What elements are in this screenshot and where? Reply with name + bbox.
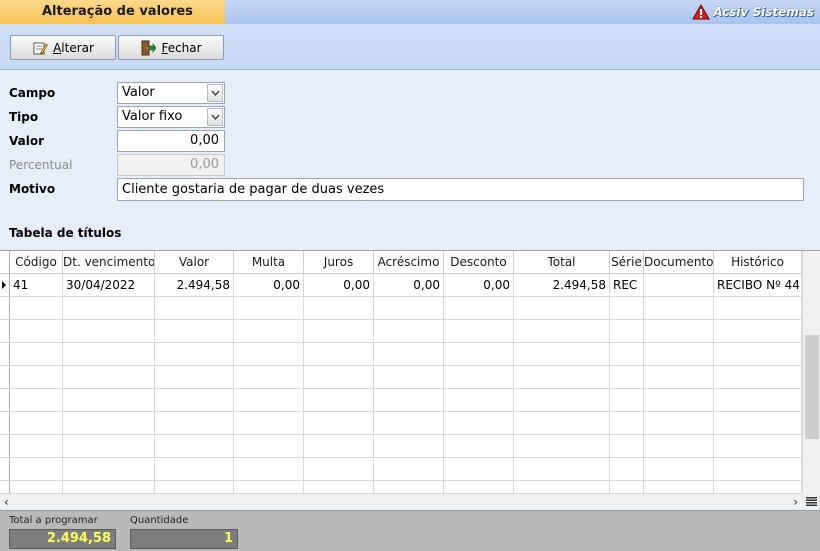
valor-label: Valor [9,134,45,148]
column-header-valor[interactable]: Valor [155,251,234,274]
titulos-grid[interactable]: Código Dt. vencimento Valor Multa Juros … [0,250,820,508]
chevron-down-icon[interactable] [207,84,223,102]
grid-options-icon[interactable] [802,493,820,508]
fechar-label: Fechar [161,40,202,55]
vertical-scrollbar[interactable] [802,251,820,493]
column-header-historico[interactable]: Histórico [714,251,802,274]
campo-value: Valor [122,85,155,100]
column-header-juros[interactable]: Juros [304,251,374,274]
total-label: Total a programar [9,515,98,526]
motivo-label: Motivo [9,182,56,196]
brand-name: Acsiv Sistemas [713,5,814,19]
percentual-label: Percentual [9,158,73,172]
empty-row [0,458,802,481]
alterar-button[interactable]: Alterar [10,35,116,60]
empty-row [0,435,802,458]
edit-icon [33,42,49,54]
alterar-label: Alterar [53,40,94,55]
grid-header: Código Dt. vencimento Valor Multa Juros … [0,251,802,274]
quantidade-label: Quantidade [130,515,189,526]
total-value: 2.494,58 [9,529,116,549]
campo-select[interactable]: Valor [117,82,225,104]
cell-historico: RECIBO Nº 44 [714,274,802,296]
chevron-down-icon[interactable] [207,108,223,126]
vertical-scroll-thumb[interactable] [805,335,819,439]
table-title: Tabela de títulos [9,226,122,240]
fechar-button[interactable]: Fechar [118,35,224,60]
horizontal-scrollbar[interactable]: ‹ › [0,493,802,508]
column-header-dt-vencimento[interactable]: Dt. vencimento [63,251,155,274]
exit-door-icon [141,40,157,55]
row-pointer-icon [2,281,6,289]
motivo-input[interactable]: Cliente gostaria de pagar de duas vezes [117,178,804,201]
campo-label: Campo [9,86,56,100]
tipo-label: Tipo [9,110,39,124]
valor-input[interactable]: 0,00 [117,130,225,152]
grid-body: 41 30/04/2022 2.494,58 0,00 0,00 0,00 0,… [0,274,802,504]
cell-total: 2.494,58 [514,274,610,296]
empty-row [0,366,802,389]
footer-totals: Total a programar 2.494,58 Quantidade 1 [0,510,820,551]
quantidade-value: 1 [130,529,238,549]
cell-documento [644,274,714,296]
cell-multa: 0,00 [234,274,304,296]
column-header-acrescimo[interactable]: Acréscimo [374,251,444,274]
cell-codigo: 41 [10,274,63,296]
column-header-desconto[interactable]: Desconto [444,251,514,274]
cell-dt-vencimento: 30/04/2022 [63,274,155,296]
window-title: Alteração de valores [0,0,225,24]
cell-valor: 2.494,58 [155,274,234,296]
empty-row [0,297,802,320]
column-header-serie[interactable]: Série [610,251,644,274]
cell-desconto: 0,00 [444,274,514,296]
title-bar: Alteração de valores Acsiv Sistemas [0,0,820,24]
percentual-input: 0,00 [117,154,225,176]
scroll-right-icon[interactable]: › [793,495,798,508]
cell-serie: REC [610,274,644,296]
brand-logo: Acsiv Sistemas [692,3,814,21]
toolbar: Alterar Fechar [0,24,820,70]
row-indicator [0,274,10,296]
column-header-multa[interactable]: Multa [234,251,304,274]
column-header-documento[interactable]: Documento [644,251,714,274]
empty-row [0,389,802,412]
empty-row [0,412,802,435]
table-row[interactable]: 41 30/04/2022 2.494,58 0,00 0,00 0,00 0,… [0,274,802,297]
warning-triangle-icon [692,4,711,20]
tipo-value: Valor fixo [122,109,183,124]
scroll-left-icon[interactable]: ‹ [4,495,9,508]
tipo-select[interactable]: Valor fixo [117,106,225,128]
row-indicator-header [0,251,10,274]
column-header-total[interactable]: Total [514,251,610,274]
cell-acrescimo: 0,00 [374,274,444,296]
column-header-codigo[interactable]: Código [10,251,63,274]
cell-juros: 0,00 [304,274,374,296]
empty-row [0,320,802,343]
empty-row [0,343,802,366]
